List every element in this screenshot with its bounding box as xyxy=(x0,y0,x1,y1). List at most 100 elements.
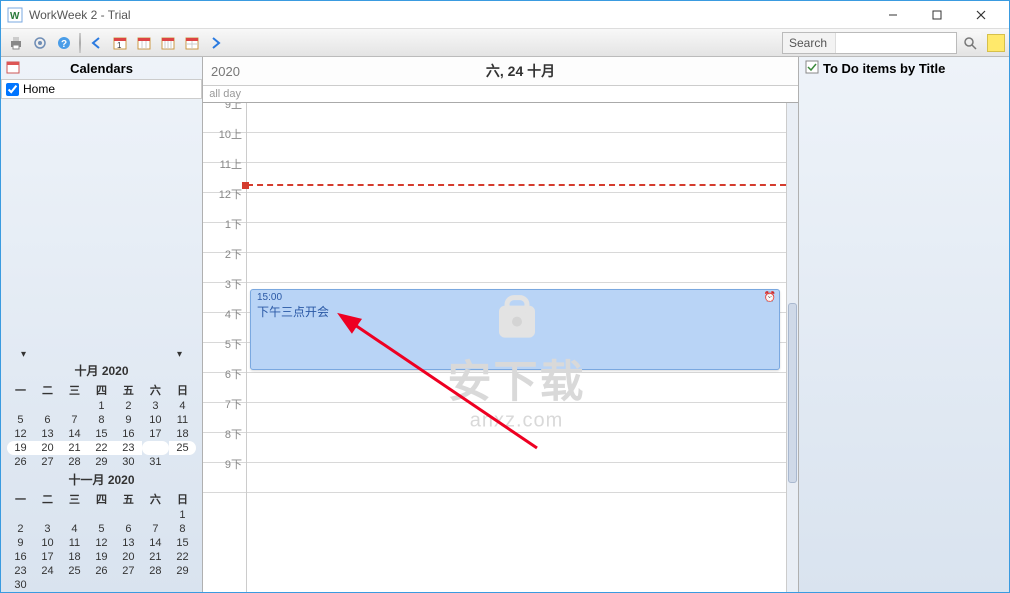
mini-day-cell[interactable]: 16 xyxy=(115,427,142,441)
mini-day-cell[interactable] xyxy=(169,578,196,592)
calendar-item-home[interactable]: Home xyxy=(2,80,201,98)
mini-day-cell[interactable]: 26 xyxy=(88,564,115,578)
mini-day-cell[interactable]: 31 xyxy=(142,455,169,469)
mini-day-cell[interactable]: 24 xyxy=(34,564,61,578)
mini-next-button[interactable]: ▾ xyxy=(177,349,182,360)
calendar-event[interactable]: 15:00下午三点开会⏰ xyxy=(250,289,780,370)
mini-day-cell[interactable]: 5 xyxy=(7,413,34,427)
mini-day-cell[interactable]: 18 xyxy=(169,427,196,441)
mini-day-cell[interactable]: 18 xyxy=(61,550,88,564)
mini-day-cell[interactable]: 24 xyxy=(142,441,169,455)
mini-day-cell[interactable] xyxy=(142,508,169,522)
mini-day-cell[interactable] xyxy=(34,508,61,522)
mini-day-cell[interactable]: 20 xyxy=(34,441,61,455)
mini-day-cell[interactable]: 21 xyxy=(142,550,169,564)
mini-day-cell[interactable]: 26 xyxy=(7,455,34,469)
mini-day-cell[interactable]: 19 xyxy=(88,550,115,564)
mini-day-cell[interactable]: 5 xyxy=(88,522,115,536)
mini-day-cell[interactable]: 3 xyxy=(34,522,61,536)
mini-day-cell[interactable]: 10 xyxy=(142,413,169,427)
mini-day-cell[interactable] xyxy=(7,508,34,522)
mini-day-cell[interactable] xyxy=(88,508,115,522)
mini-day-cell[interactable] xyxy=(88,578,115,592)
mini-day-cell[interactable] xyxy=(61,508,88,522)
mini-day-cell[interactable]: 23 xyxy=(7,564,34,578)
mini-day-cell[interactable]: 4 xyxy=(169,399,196,413)
mini-day-cell[interactable] xyxy=(34,578,61,592)
prev-button[interactable] xyxy=(85,32,107,54)
print-button[interactable] xyxy=(5,32,27,54)
mini-day-cell[interactable]: 7 xyxy=(61,413,88,427)
mini-day-cell[interactable] xyxy=(61,578,88,592)
mini-day-cell[interactable]: 11 xyxy=(61,536,88,550)
mini-day-cell[interactable]: 28 xyxy=(61,455,88,469)
mini-prev-button[interactable]: ▾ xyxy=(21,349,26,360)
mini-day-cell[interactable]: 10 xyxy=(34,536,61,550)
maximize-button[interactable] xyxy=(915,2,959,28)
mini-day-cell[interactable]: 19 xyxy=(7,441,34,455)
mini-day-cell[interactable]: 9 xyxy=(7,536,34,550)
mini-day-cell[interactable] xyxy=(115,508,142,522)
hour-slot[interactable] xyxy=(247,373,786,403)
mini-day-cell[interactable]: 27 xyxy=(115,564,142,578)
mini-day-cell[interactable]: 17 xyxy=(142,427,169,441)
mini-day-cell[interactable]: 14 xyxy=(142,536,169,550)
close-button[interactable] xyxy=(959,2,1003,28)
all-day-row[interactable]: all day xyxy=(203,85,798,103)
hour-slot[interactable] xyxy=(247,253,786,283)
help-button[interactable]: ? xyxy=(53,32,75,54)
mini-day-cell[interactable]: 4 xyxy=(61,522,88,536)
mini-day-cell[interactable]: 20 xyxy=(115,550,142,564)
search-button[interactable] xyxy=(959,32,981,54)
mini-day-cell[interactable] xyxy=(115,578,142,592)
mini-day-cell[interactable]: 11 xyxy=(169,413,196,427)
mini-day-cell[interactable]: 15 xyxy=(88,427,115,441)
hour-slot[interactable] xyxy=(247,223,786,253)
mini-day-cell[interactable]: 13 xyxy=(115,536,142,550)
mini-day-cell[interactable]: 2 xyxy=(115,399,142,413)
search-input[interactable] xyxy=(836,33,956,53)
mini-day-cell[interactable] xyxy=(61,399,88,413)
mini-day-cell[interactable]: 21 xyxy=(61,441,88,455)
hour-slot[interactable] xyxy=(247,433,786,463)
mini-day-cell[interactable]: 29 xyxy=(88,455,115,469)
mini-day-cell[interactable]: 7 xyxy=(142,522,169,536)
mini-day-cell[interactable]: 30 xyxy=(7,578,34,592)
mini-day-cell[interactable]: 17 xyxy=(34,550,61,564)
mini-day-cell[interactable]: 12 xyxy=(88,536,115,550)
hour-slot[interactable] xyxy=(247,163,786,193)
mini-day-cell[interactable]: 22 xyxy=(88,441,115,455)
mini-day-cell[interactable]: 1 xyxy=(88,399,115,413)
calendar-checkbox[interactable] xyxy=(6,83,19,96)
hour-slot[interactable] xyxy=(247,193,786,223)
mini-day-cell[interactable]: 29 xyxy=(169,564,196,578)
mini-day-cell[interactable]: 27 xyxy=(34,455,61,469)
mini-day-cell[interactable] xyxy=(169,455,196,469)
settings-button[interactable] xyxy=(29,32,51,54)
mini-day-cell[interactable]: 3 xyxy=(142,399,169,413)
next-button[interactable] xyxy=(205,32,227,54)
mini-day-cell[interactable]: 23 xyxy=(115,441,142,455)
day-view-button[interactable]: 1 xyxy=(109,32,131,54)
mini-day-cell[interactable]: 2 xyxy=(7,522,34,536)
hour-slot[interactable] xyxy=(247,103,786,133)
mini-day-cell[interactable]: 8 xyxy=(88,413,115,427)
time-grid[interactable]: 安下载 anxz.com 15:00下午三点开会⏰ xyxy=(247,103,786,592)
mini-day-cell[interactable]: 30 xyxy=(115,455,142,469)
mini-day-cell[interactable]: 14 xyxy=(61,427,88,441)
month-view-button[interactable] xyxy=(181,32,203,54)
mini-day-cell[interactable]: 6 xyxy=(115,522,142,536)
mini-day-cell[interactable]: 12 xyxy=(7,427,34,441)
vertical-scrollbar[interactable] xyxy=(786,103,798,592)
mini-day-cell[interactable]: 25 xyxy=(61,564,88,578)
todo-header[interactable]: To Do items by Title xyxy=(799,57,1009,79)
mini-day-cell[interactable]: 8 xyxy=(169,522,196,536)
hour-slot[interactable] xyxy=(247,133,786,163)
mini-day-cell[interactable]: 15 xyxy=(169,536,196,550)
week-view-button[interactable] xyxy=(157,32,179,54)
sticky-note-button[interactable] xyxy=(987,34,1005,52)
mini-day-cell[interactable] xyxy=(34,399,61,413)
mini-day-cell[interactable]: 16 xyxy=(7,550,34,564)
mini-day-cell[interactable]: 22 xyxy=(169,550,196,564)
scrollbar-thumb[interactable] xyxy=(788,303,797,483)
